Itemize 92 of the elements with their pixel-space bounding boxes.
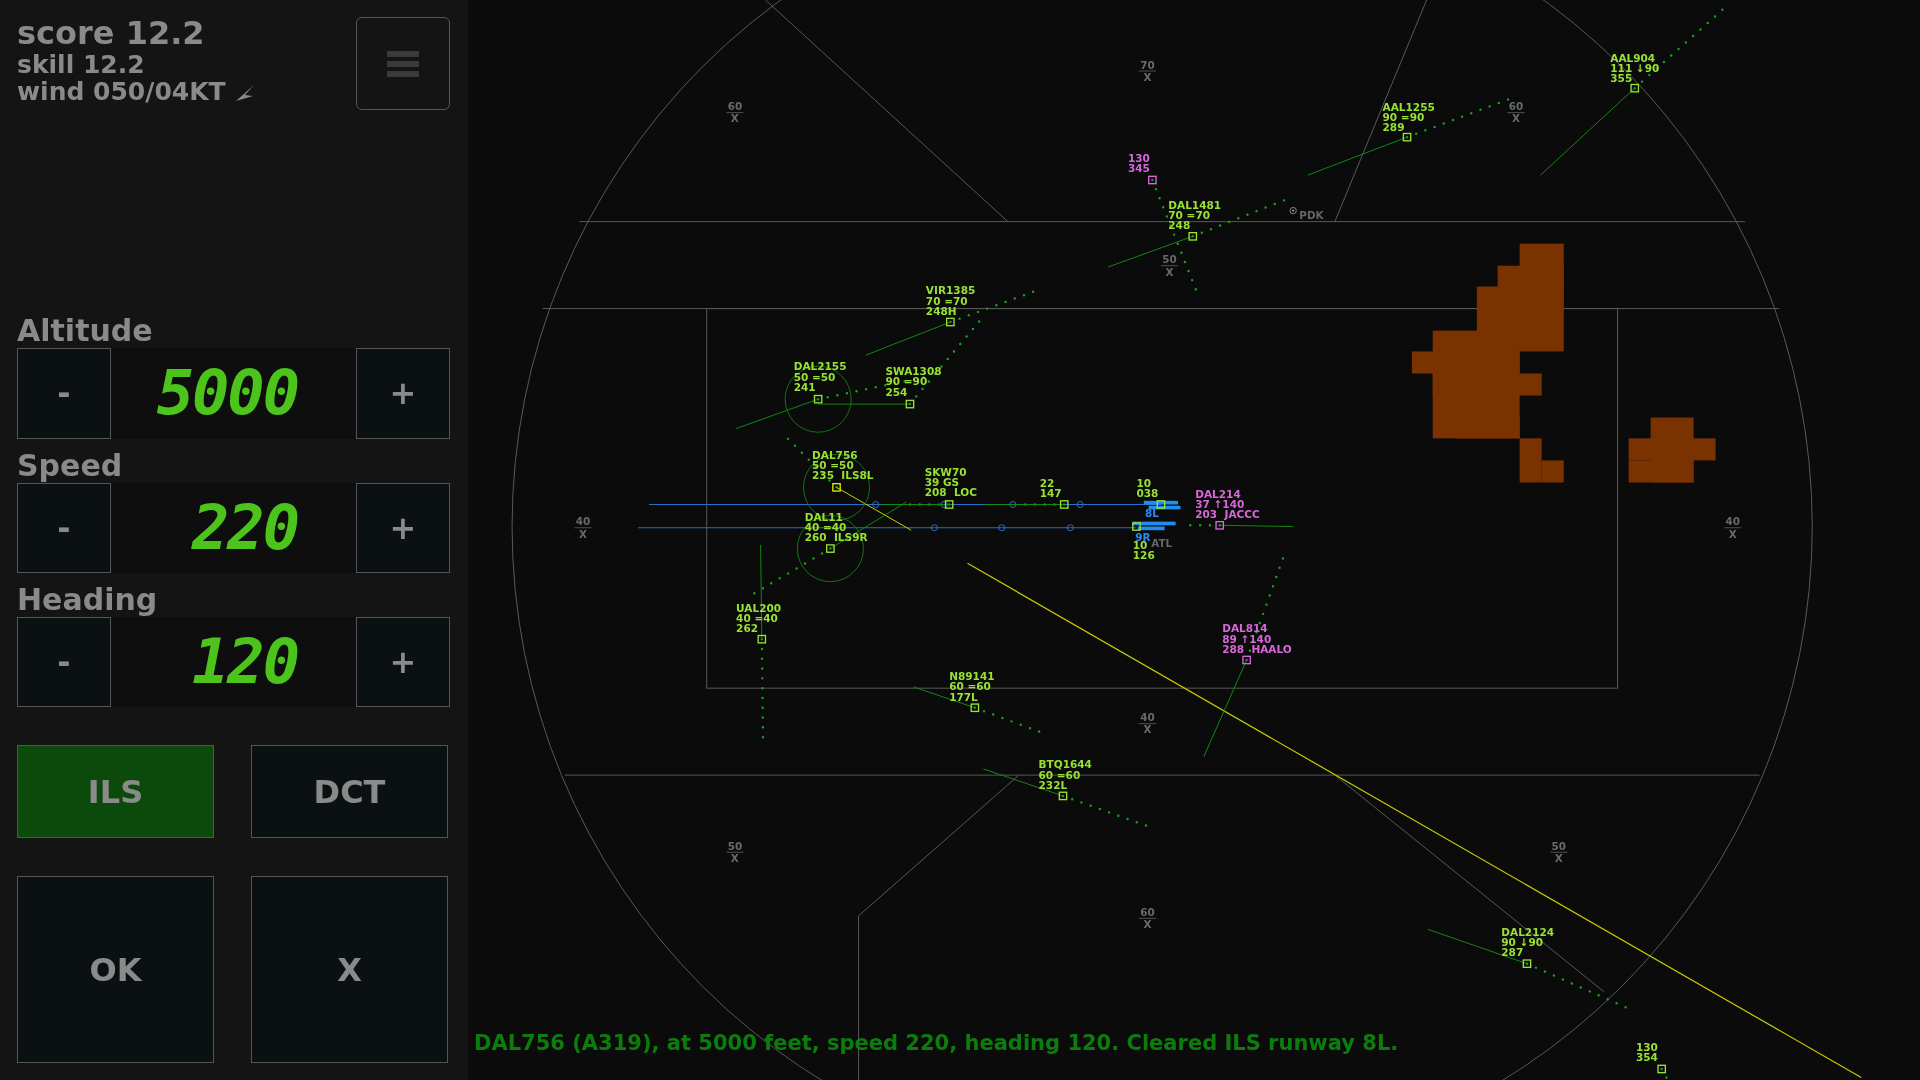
aircraft-label: SKW70 39 GS 208 LOC [924,465,977,499]
altitude-display: 5000 [111,348,356,439]
mode-button[interactable]: DCT [251,745,448,838]
aircraft-label: DAL2124 90 ↓90 287 [1501,926,1555,959]
runway-drawing [1132,500,1181,531]
fix-symbol: X [730,852,739,865]
fix-altitude: 70 [1140,58,1155,71]
aircraft-marker[interactable] [1058,791,1068,801]
mode-button[interactable]: ILS [17,745,214,838]
decrease-button[interactable]: - [17,616,111,707]
aircraft-marker[interactable] [905,399,915,409]
skill-text: skill 12.2 [17,50,146,79]
fix-symbol: X [1143,723,1152,736]
decrease-button[interactable]: - [17,482,111,573]
aircraft-marker[interactable] [946,317,955,327]
aircraft-marker[interactable] [1188,231,1198,241]
approach-fix-icon [1066,524,1074,532]
runway-label: 8L [1145,506,1159,519]
speed-display: 220 [111,482,356,573]
heading-display: 120 [111,616,356,707]
aircraft-marker[interactable] [970,703,980,713]
aircraft-marker[interactable] [757,634,767,644]
aircraft-label: DAL2155 50 =50 241 [793,360,847,393]
fix-altitude: 40 [1725,515,1740,528]
fix-altitude: 40 [1140,711,1155,724]
fix-symbol: X [1143,70,1152,83]
aircraft-label: AAL1255 90 =90 289 [1382,100,1435,134]
aircraft-marker[interactable] [1522,959,1532,969]
altitude-label: Altitude [17,316,154,347]
aircraft-label: 130 354 [1635,1041,1658,1064]
fix-altitude: 40 [575,515,591,528]
approach-fix-icon [872,500,880,509]
aircraft-label: 22 147 [1039,476,1062,499]
decrease-button[interactable]: - [17,348,111,439]
menu-icon [387,48,419,79]
history-trail [973,706,1043,734]
aircraft-label: UAL200 40 =40 262 [736,601,782,634]
fix-symbol: X [1143,918,1152,931]
fix-symbol: X [1165,265,1174,278]
aircraft-marker[interactable] [1132,522,1141,531]
aircraft-label: SWA1308 90 =90 254 [885,365,942,398]
aircraft-marker[interactable] [1630,83,1640,93]
aircraft-label: DAL214 37 ↑140 203 JACCC [1195,487,1260,521]
fix-altitude: 50 [1162,253,1177,266]
aircraft-label: 130 345 [1127,152,1150,175]
aircraft-label: VIR1385 70 =70 248H [925,284,976,317]
approach-fix-icon [930,524,938,532]
approach-fix-icon [1076,500,1084,509]
aircraft-marker[interactable] [826,544,835,553]
increase-button[interactable]: + [356,616,450,707]
aircraft-marker[interactable] [813,394,823,404]
aircraft-marker[interactable] [1657,1064,1667,1074]
fix-symbol: X [1728,527,1737,540]
fix-altitude: 60 [1140,905,1155,918]
aircraft-marker[interactable] [1242,655,1251,665]
fix-symbol: X [1554,852,1563,865]
history-trail [1660,1067,1670,1080]
airport-code: ATL [1151,537,1173,550]
aircraft-marker[interactable] [1059,500,1069,509]
aircraft-label: DAL814 89 ↑140 288 HAALO [1222,622,1292,655]
fix-altitude: 50 [727,839,743,852]
approach-fix-icon [998,524,1006,532]
approach-fix-icon [1009,500,1017,509]
airport-code: PDK [1299,209,1324,222]
fix-symbol: X [579,527,588,540]
aircraft-label: 10 038 [1136,476,1159,499]
aircraft-marker[interactable] [944,500,954,509]
aircraft-marker[interactable] [1148,175,1157,185]
score-text: score 12.2 [17,17,206,51]
aircraft-marker[interactable] [1156,500,1166,509]
fix-altitude: 60 [1508,100,1524,113]
ok-button[interactable]: OK [17,876,214,1063]
fix-symbol: X [1512,112,1520,125]
aircraft-marker[interactable] [1215,520,1225,530]
menu-button[interactable] [356,17,450,110]
approach-fix-icon [940,500,948,509]
wind-text: wind 050/04KT [17,78,226,106]
speed-label: Speed [17,450,124,481]
aircraft-label: BTQ1644 60 =60 232L [1038,758,1092,791]
fix-symbol: X [730,112,739,125]
aircraft-label: N89141 60 =60 177L [949,670,995,703]
aircraft-marker[interactable] [1402,132,1412,142]
cancel-button[interactable]: X [251,876,448,1063]
fix-altitude: 50 [1551,839,1567,852]
heading-label: Heading [17,584,159,615]
increase-button[interactable]: + [356,482,450,573]
airport-icon [1289,207,1297,215]
increase-button[interactable]: + [356,348,450,439]
aircraft-label: DAL756 50 =50 235 ILS8L [812,448,874,481]
fix-altitude: 60 [727,100,743,113]
aircraft-label: AAL904 111 ↓90 355 [1610,51,1660,85]
aircraft-label: DAL1481 70 =70 248 [1168,198,1222,232]
